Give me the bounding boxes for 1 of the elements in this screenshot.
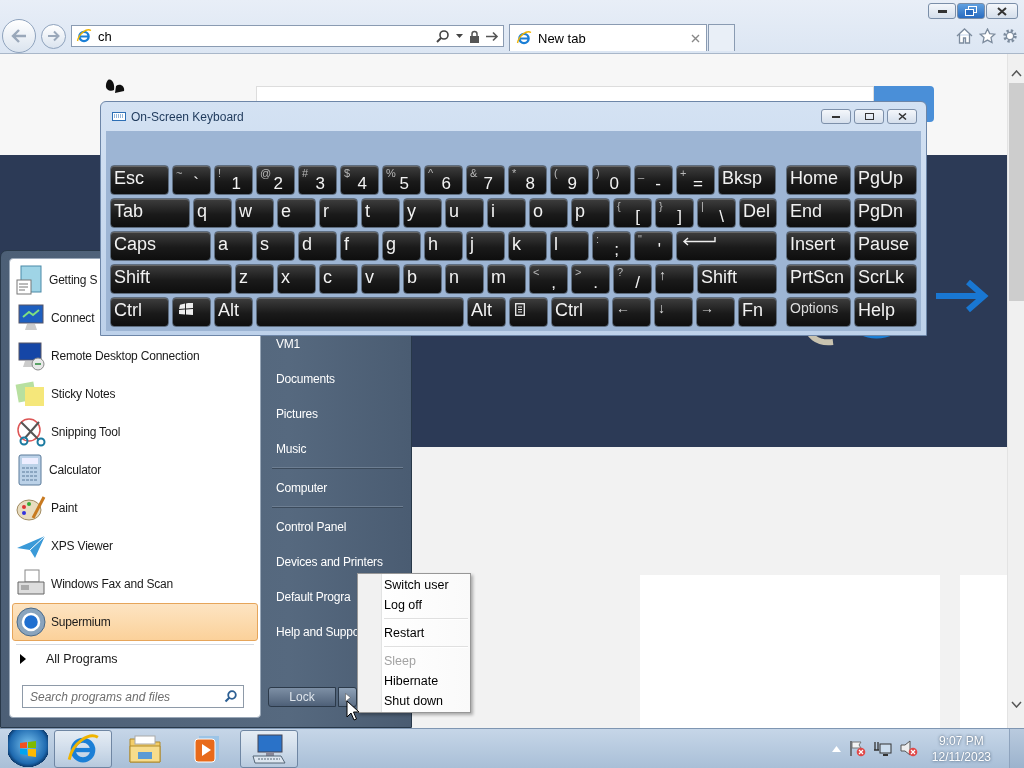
window-title: On-Screen Keyboard (131, 109, 244, 124)
